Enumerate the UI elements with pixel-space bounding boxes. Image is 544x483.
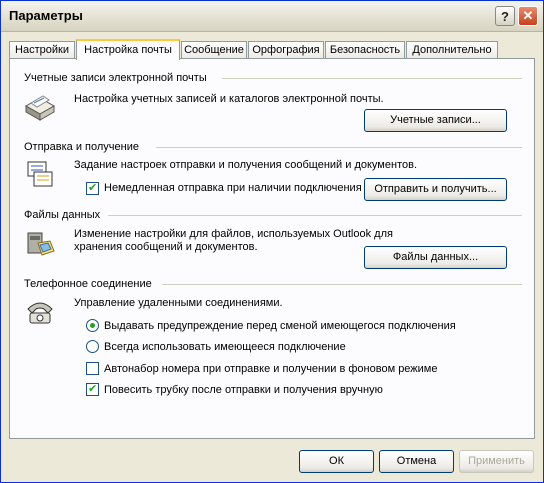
tab-message[interactable]: Сообщение (181, 41, 247, 58)
section-title-data-files: Файлы данных (24, 209, 101, 221)
radio-always-use-existing-label: Всегда использовать имеющееся подключени… (104, 341, 346, 353)
options-dialog: Параметры ? ✕ Настройки Настройка почты … (0, 0, 544, 483)
accounts-description: Настройка учетных записей и каталогов эл… (74, 93, 384, 105)
tab-spelling[interactable]: Орфография (248, 41, 324, 58)
apply-button[interactable]: Применить (459, 450, 534, 473)
hangup-checkbox[interactable] (86, 382, 99, 396)
hangup-checkbox-label: Повесить трубку после отправки и получен… (104, 384, 383, 396)
help-button[interactable]: ? (495, 6, 515, 26)
radio-always-use-existing[interactable] (86, 340, 99, 353)
dialup-description: Управление удаленными соединениями. (74, 297, 283, 309)
data-files-description-line2: хранения сообщений и документов. (74, 241, 258, 253)
cancel-button[interactable]: Отмена (379, 450, 454, 473)
section-title-send-receive: Отправка и получение (24, 141, 139, 153)
question-icon: ? (501, 8, 509, 24)
divider (156, 147, 522, 148)
divider (108, 215, 522, 216)
tab-settings[interactable]: Настройки (9, 41, 75, 58)
title-bar[interactable]: Параметры ? ✕ (1, 1, 543, 32)
close-icon: ✕ (522, 8, 534, 23)
immediate-send-label: Немедленная отправка при наличии подключ… (104, 182, 362, 194)
autodial-checkbox[interactable] (86, 362, 99, 375)
send-receive-description: Задание настроек отправки и получения со… (74, 159, 417, 171)
telephone-icon (27, 302, 53, 324)
email-accounts-icon (24, 95, 56, 121)
data-files-description-line1: Изменение настройки для файлов, использу… (74, 228, 393, 240)
send-receive-button[interactable]: Отправить и получить... (364, 178, 507, 201)
section-title-dialup: Телефонное соединение (24, 278, 152, 290)
data-files-button[interactable]: Файлы данных... (364, 246, 507, 269)
email-accounts-button[interactable]: Учетные записи... (364, 109, 507, 132)
radio-warn-before-switch[interactable] (86, 319, 99, 332)
tab-mail-setup[interactable]: Настройка почты (76, 39, 180, 60)
tab-security[interactable]: Безопасность (325, 41, 405, 58)
tab-advanced[interactable]: Дополнительно (406, 41, 498, 58)
immediate-send-checkbox[interactable] (86, 181, 99, 195)
window-title: Параметры (9, 8, 83, 23)
divider (222, 78, 522, 79)
data-files-icon (27, 232, 55, 256)
divider (162, 284, 522, 285)
autodial-checkbox-label: Автонабор номера при отправке и получени… (104, 363, 438, 375)
ok-button[interactable]: ОК (299, 450, 374, 473)
mail-setup-panel: Учетные записи электронной почты Настрой… (9, 58, 535, 439)
radio-warn-before-switch-label: Выдавать предупреждение перед сменой име… (104, 320, 456, 332)
send-receive-icon (27, 161, 53, 187)
section-title-accounts: Учетные записи электронной почты (24, 72, 207, 84)
close-button[interactable]: ✕ (518, 6, 538, 26)
